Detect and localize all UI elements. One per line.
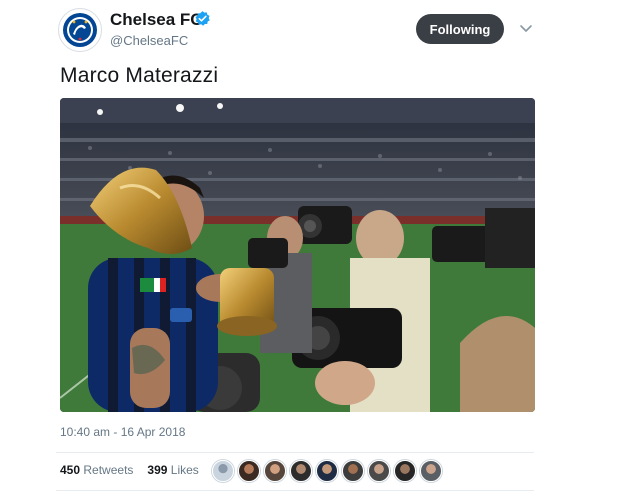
likes-count: 399 (147, 463, 168, 477)
likes-label: Likes (170, 463, 199, 477)
account-handle[interactable]: @ChelseaFC (110, 33, 188, 48)
verified-badge-icon (195, 11, 210, 26)
tweet-timestamp[interactable]: 10:40 am - 16 Apr 2018 (60, 425, 185, 439)
liker-avatar[interactable] (212, 460, 234, 482)
liker-avatar[interactable] (420, 460, 442, 482)
retweets-stat[interactable]: 450 Retweets (60, 463, 133, 477)
liker-avatar[interactable] (342, 460, 364, 482)
engagement-stats: 450 Retweets 399 Likes (60, 463, 199, 477)
photo-illustration (60, 98, 535, 412)
liker-avatar[interactable] (290, 460, 312, 482)
tweet-card: Chelsea FC @ChelseaFC Following Marco Ma… (0, 0, 620, 502)
liker-avatar[interactable] (264, 460, 286, 482)
liker-avatar[interactable] (238, 460, 260, 482)
tweet-photo[interactable] (60, 98, 535, 412)
likes-stat[interactable]: 399 Likes (147, 463, 198, 477)
liker-avatar[interactable] (368, 460, 390, 482)
retweets-count: 450 (60, 463, 81, 477)
tweet-text: Marco Materazzi (60, 64, 219, 87)
liker-avatar[interactable] (394, 460, 416, 482)
following-button[interactable]: Following (416, 14, 504, 44)
profile-avatar[interactable] (58, 8, 102, 52)
likers-avatars (212, 460, 442, 482)
chelsea-crest-icon (63, 13, 97, 47)
divider (56, 452, 534, 453)
chevron-down-icon[interactable] (518, 20, 534, 36)
liker-avatar[interactable] (316, 460, 338, 482)
retweets-label: Retweets (83, 463, 134, 477)
account-name[interactable]: Chelsea FC (110, 10, 203, 30)
divider (56, 490, 534, 491)
